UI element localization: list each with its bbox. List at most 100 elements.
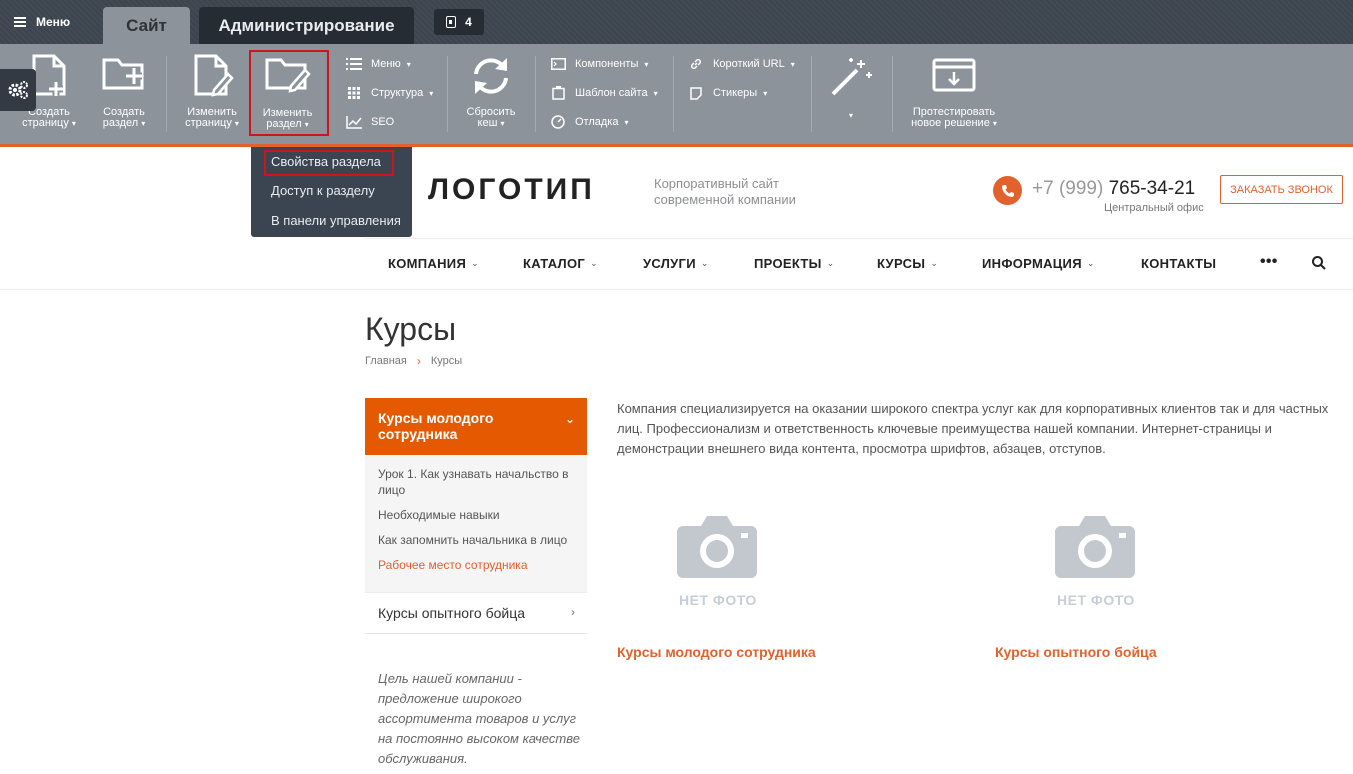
office-label: Центральный офис: [1104, 202, 1204, 214]
short-url-button[interactable]: Короткий URL ▾: [688, 55, 795, 73]
notification-icon: [446, 16, 457, 28]
chevron-down-icon: ⌄: [1086, 258, 1095, 268]
phone-icon[interactable]: [993, 176, 1022, 205]
sidebar-subitem-active[interactable]: Рабочее место сотрудника: [378, 557, 578, 573]
sidebar-subitem[interactable]: Как запомнить начальника в лицо: [378, 532, 578, 548]
notifications-button[interactable]: 4: [434, 9, 484, 35]
nav-services[interactable]: УСЛУГИ ⌄: [643, 256, 709, 271]
nav-courses[interactable]: КУРСЫ ⌄: [877, 256, 938, 271]
chevron-right-icon: ›: [416, 354, 421, 368]
tab-administration[interactable]: Администрирование: [199, 7, 414, 44]
toolbar-separator: [892, 56, 893, 132]
gauge-icon: [550, 115, 566, 129]
sidebar-submenu: Урок 1. Как узнавать начальство в лицо Н…: [365, 455, 587, 592]
nav-information[interactable]: ИНФОРМАЦИЯ ⌄: [982, 256, 1095, 271]
dropdown-section-access[interactable]: Доступ к разделу: [251, 179, 412, 201]
admin-menu-label: Меню: [36, 15, 71, 29]
chevron-down-icon: ⌄: [564, 412, 575, 426]
test-solution-button[interactable]: Протестировать новое решение ▾: [905, 44, 1003, 144]
sidebar-item-young-employee[interactable]: Курсы молодого сотрудника ⌄: [365, 398, 587, 455]
search-icon[interactable]: [1312, 256, 1326, 275]
intro-text: Компания специализируется на оказании ши…: [617, 401, 1329, 456]
breadcrumb-current: Курсы: [430, 355, 463, 367]
toolbar-separator: [535, 56, 536, 132]
tagline: Корпоративный сайт современной компании: [654, 176, 796, 207]
card-title[interactable]: Курсы молодого сотрудника: [617, 644, 816, 660]
sidebar-item-experienced-fighter[interactable]: Курсы опытного бойца ›: [365, 592, 587, 634]
admin-toolbar: Создать страницу ▾ Создать раздел ▾ Измени…: [0, 44, 1353, 177]
page-title: Курсы: [365, 311, 457, 347]
toolbar-separator: [166, 56, 167, 132]
toolbar-accent-line: [0, 144, 1353, 147]
menu-item-label: Меню: [371, 58, 401, 70]
structure-icon: [346, 86, 362, 100]
edit-page-label: Изменить страницу ▾: [185, 106, 239, 129]
admin-menu-button[interactable]: Меню: [14, 12, 70, 32]
nav-contacts[interactable]: КОНТАКТЫ: [1141, 256, 1216, 271]
wizard-button[interactable]: ▾: [822, 44, 880, 144]
callback-button[interactable]: ЗАКАЗАТЬ ЗВОНОК: [1220, 175, 1343, 204]
phone-number[interactable]: +7 (999) 765-34-21: [1032, 178, 1195, 200]
wizard-caret: ▾: [848, 111, 853, 120]
edit-page-button[interactable]: Изменить страницу ▾: [180, 44, 244, 144]
nav-company[interactable]: КОМПАНИЯ ⌄: [388, 256, 479, 271]
card-title[interactable]: Курсы опытного бойца: [995, 644, 1157, 660]
toolbar-separator: [673, 56, 674, 132]
chevron-down-icon: ⌄: [590, 258, 598, 268]
nav-projects[interactable]: ПРОЕКТЫ ⌄: [754, 256, 835, 271]
breadcrumb-home[interactable]: Главная: [365, 355, 407, 367]
camera-icon[interactable]: [1055, 514, 1135, 578]
structure-button[interactable]: Структура ▾: [346, 84, 433, 102]
reset-cache-button[interactable]: Сбросить кеш ▾: [460, 44, 522, 144]
chart-icon: [346, 115, 362, 129]
debug-label: Отладка: [575, 116, 619, 128]
logo-text[interactable]: ЛОГОТИП: [428, 173, 595, 207]
create-section-button[interactable]: Создать раздел ▾: [94, 44, 154, 144]
dropdown-highlight: [264, 150, 394, 176]
create-section-label: Создать раздел ▾: [102, 106, 146, 129]
admin-top-bar: Меню Сайт Администрирование 4: [0, 0, 1353, 45]
stickers-button[interactable]: Стикеры ▾: [688, 84, 767, 102]
more-icon[interactable]: •••: [1260, 253, 1278, 271]
nav-divider: [0, 289, 1353, 290]
settings-toggle[interactable]: [0, 69, 36, 111]
seo-label: SEO: [371, 116, 395, 128]
chevron-down-icon: ⌄: [471, 258, 479, 268]
dropdown-control-panel[interactable]: В панели управления: [251, 209, 412, 231]
nav-catalog[interactable]: КАТАЛОГ ⌄: [523, 256, 598, 271]
structure-label: Структура: [371, 87, 424, 99]
seo-button[interactable]: SEO: [346, 113, 394, 131]
tab-site[interactable]: Сайт: [103, 7, 190, 45]
components-label: Компоненты: [575, 58, 639, 70]
gears-icon: [8, 81, 28, 99]
components-icon: [550, 57, 566, 71]
chevron-right-icon: ›: [571, 605, 575, 619]
sidebar-quote: Цель нашей компании - предложение широко…: [378, 671, 580, 766]
camera-icon[interactable]: [677, 514, 757, 578]
debug-button[interactable]: Отладка ▾: [550, 113, 629, 131]
refresh-icon: [474, 58, 508, 94]
breadcrumb: Главная › Курсы: [365, 354, 462, 368]
chevron-down-icon: ⌄: [826, 258, 835, 268]
test-solution-label: Протестировать новое решение ▾: [911, 106, 997, 129]
reset-cache-label: Сбросить кеш ▾: [466, 106, 516, 129]
no-photo-label: НЕТ ФОТО: [1057, 592, 1135, 608]
site-template-button[interactable]: Шаблон сайта ▾: [550, 84, 658, 102]
site-template-label: Шаблон сайта: [575, 87, 648, 99]
hamburger-icon: [14, 17, 26, 27]
chevron-down-icon: ⌄: [930, 258, 939, 268]
stickers-label: Стикеры: [713, 87, 758, 99]
list-icon: [346, 57, 362, 71]
link-icon: [688, 57, 704, 71]
menu-item-button[interactable]: Меню ▾: [346, 55, 411, 73]
components-button[interactable]: Компоненты ▾: [550, 55, 648, 73]
sticker-icon: [688, 86, 704, 100]
magic-wand-icon: [831, 58, 872, 96]
no-photo-label: НЕТ ФОТО: [679, 592, 757, 608]
short-url-label: Короткий URL: [713, 58, 785, 70]
toolbar-separator: [447, 56, 448, 132]
sidebar-subitem[interactable]: Необходимые навыки: [378, 507, 578, 523]
sidebar-subitem[interactable]: Урок 1. Как узнавать начальство в лицо: [378, 466, 578, 498]
download-window-icon: [932, 58, 976, 92]
notifications-count: 4: [465, 15, 472, 29]
